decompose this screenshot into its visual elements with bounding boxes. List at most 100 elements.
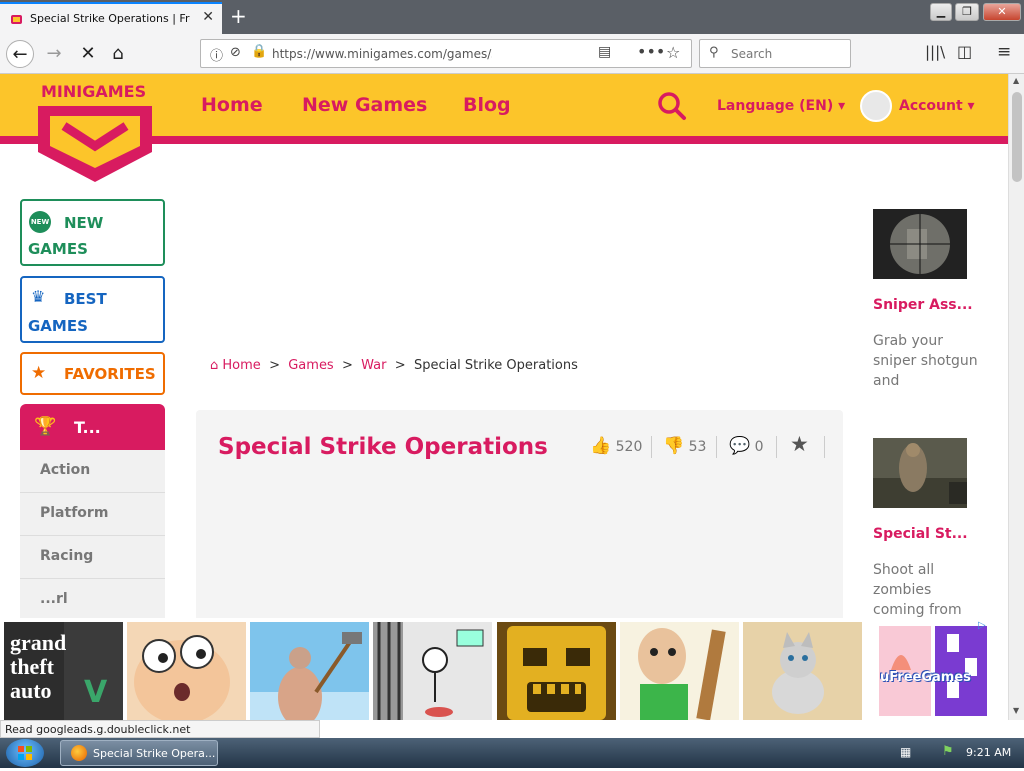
breadcrumb-home[interactable]: ⌂ Home	[210, 358, 261, 373]
sniper-game-thumbnail[interactable]	[873, 209, 967, 279]
svg-text:V: V	[84, 675, 108, 710]
comment-count: 0	[754, 439, 764, 455]
breadcrumb-home-label: Home	[222, 358, 261, 373]
taskbar-firefox-window[interactable]: Special Strike Opera...	[60, 740, 218, 766]
search-icon: ⚲	[709, 45, 719, 60]
svg-text:grand: grand	[10, 630, 66, 655]
svg-text:theft: theft	[10, 654, 55, 679]
new-games-button[interactable]: NEW NEW GAMES	[20, 199, 165, 266]
ad-tile-temple-mask[interactable]	[497, 622, 616, 720]
favorites-button[interactable]: ★ FAVORITES	[20, 352, 165, 395]
best-games-label: BEST GAMES	[28, 290, 107, 335]
ad-tile-kitten[interactable]	[743, 622, 862, 720]
ad-tile-prison-stickman[interactable]	[373, 622, 492, 720]
window-close-button[interactable]: ✕	[983, 3, 1021, 21]
like-count: 520	[615, 439, 643, 455]
scroll-up-icon[interactable]: ▲	[1013, 76, 1019, 85]
ad-tile-grand-theft-auto[interactable]: grand theft auto V	[4, 622, 123, 720]
start-button[interactable]	[6, 739, 44, 767]
categories-title: T...	[74, 418, 101, 437]
language-selector[interactable]: Language (EN) ▾	[717, 98, 845, 114]
search-placeholder: Search	[731, 47, 773, 61]
reader-view-icon[interactable]: ▤	[598, 44, 611, 60]
logo-heart-icon	[38, 106, 152, 182]
related-game-title[interactable]: Sniper Ass...	[873, 297, 973, 313]
account-menu[interactable]: Account ▾	[899, 98, 975, 114]
minimize-button[interactable]: ▁	[930, 3, 952, 21]
maximize-button[interactable]: ❐	[955, 3, 979, 21]
ufreegames-label: uFreeGames	[880, 670, 971, 685]
divider	[651, 436, 652, 458]
divider	[716, 436, 717, 458]
forward-button[interactable]: →	[40, 40, 68, 68]
stop-loading-button[interactable]: ✕	[74, 40, 102, 68]
tracking-protection-icon[interactable]: ⊘	[230, 45, 241, 60]
nav-home[interactable]: Home	[201, 94, 263, 116]
search-box[interactable]: ⚲ Search	[699, 39, 851, 68]
library-icon[interactable]: |||\	[925, 43, 945, 61]
taskbar-clock[interactable]: 9:21 AM	[966, 746, 1011, 759]
site-favicon-icon	[11, 15, 22, 24]
tray-network-icon[interactable]: ▦	[900, 745, 911, 759]
nav-new-games[interactable]: New Games	[302, 94, 427, 116]
language-label: Language (EN)	[717, 98, 834, 114]
breadcrumb-sep: >	[269, 358, 280, 373]
page-scrollbar[interactable]: ▲ ▼	[1008, 74, 1024, 720]
minigames-logo[interactable]: MINIGAMES	[32, 82, 158, 182]
status-text: Read googleads.g.doubleclick.net	[0, 720, 320, 738]
url-text[interactable]: https://www.minigames.com/games/special_…	[272, 47, 492, 61]
adchoices-icon[interactable]: ▷	[978, 620, 986, 631]
divider	[824, 436, 825, 458]
related-game-title[interactable]: Special St...	[873, 526, 968, 542]
ad-strip: grand theft auto V uFreeGames ▷	[0, 618, 1008, 720]
like-button[interactable]: 👍 520	[590, 436, 642, 456]
nav-blog[interactable]: Blog	[463, 94, 511, 116]
browser-tab[interactable]: Special Strike Operations | Free ✕	[0, 2, 222, 34]
category-action[interactable]: Action	[20, 450, 165, 493]
related-game-desc: Shoot all zombies coming from	[873, 562, 962, 618]
logo-text: MINIGAMES	[41, 82, 147, 101]
home-button[interactable]: ⌂	[104, 40, 132, 68]
back-button[interactable]: ←	[6, 40, 34, 68]
categories-header[interactable]: 🏆 T...	[20, 404, 165, 450]
favorite-star-icon[interactable]: ★	[790, 432, 809, 456]
taskbar-window-label: Special Strike Opera...	[93, 747, 216, 760]
ad-tile-baldi-teacher[interactable]	[620, 622, 739, 720]
comment-icon: 💬	[729, 436, 751, 456]
windows-logo-icon	[18, 746, 32, 760]
website-viewport: MINIGAMES Home New Games Blog Language (…	[0, 74, 1008, 618]
bookmark-star-icon[interactable]: ☆	[666, 43, 680, 62]
breadcrumb-sep: >	[394, 358, 406, 373]
breadcrumb: ⌂ Home > Games > War > Special Strike Op…	[210, 358, 578, 373]
avatar[interactable]	[860, 90, 892, 122]
page-actions-icon[interactable]: •••	[637, 42, 665, 61]
breadcrumb-war[interactable]: War	[361, 358, 386, 373]
category-partial[interactable]: ...rl	[20, 579, 165, 618]
zombie-game-thumbnail[interactable]	[873, 438, 967, 508]
breadcrumb-current: Special Strike Operations	[413, 358, 578, 373]
scroll-down-icon[interactable]: ▼	[1013, 706, 1019, 715]
best-games-button[interactable]: ♛ BEST GAMES	[20, 276, 165, 343]
site-search-icon[interactable]	[657, 91, 687, 121]
category-platform[interactable]: Platform	[20, 493, 165, 536]
account-label: Account	[899, 98, 963, 114]
thumbs-up-icon: 👍	[590, 436, 612, 456]
breadcrumb-games[interactable]: Games	[288, 358, 333, 373]
lock-icon[interactable]: 🔒	[251, 44, 267, 59]
scroll-thumb[interactable]	[1012, 92, 1022, 182]
comments-button[interactable]: 💬 0	[729, 436, 764, 456]
category-racing[interactable]: Racing	[20, 536, 165, 579]
new-tab-button[interactable]: +	[230, 4, 247, 28]
url-bar[interactable]: ⓘ ⊘ 🔒 https://www.minigames.com/games/sp…	[200, 39, 692, 68]
sidebar-icon[interactable]: ◫	[957, 42, 972, 61]
info-icon[interactable]: ⓘ	[210, 45, 223, 64]
tab-close-icon[interactable]: ✕	[202, 9, 214, 25]
dislike-button[interactable]: 👎 53	[663, 436, 706, 456]
ad-tile-man-with-hammer[interactable]	[250, 622, 369, 720]
thumbs-down-icon: 👎	[663, 436, 685, 456]
game-title: Special Strike Operations	[218, 434, 548, 460]
browser-tab-bar: Special Strike Operations | Free ✕ + ▁ ❐…	[0, 0, 1024, 34]
tray-flag-icon[interactable]: ⚑	[942, 744, 954, 759]
menu-icon[interactable]: ≡	[997, 42, 1011, 62]
ad-tile-cartoon-face[interactable]	[127, 622, 246, 720]
